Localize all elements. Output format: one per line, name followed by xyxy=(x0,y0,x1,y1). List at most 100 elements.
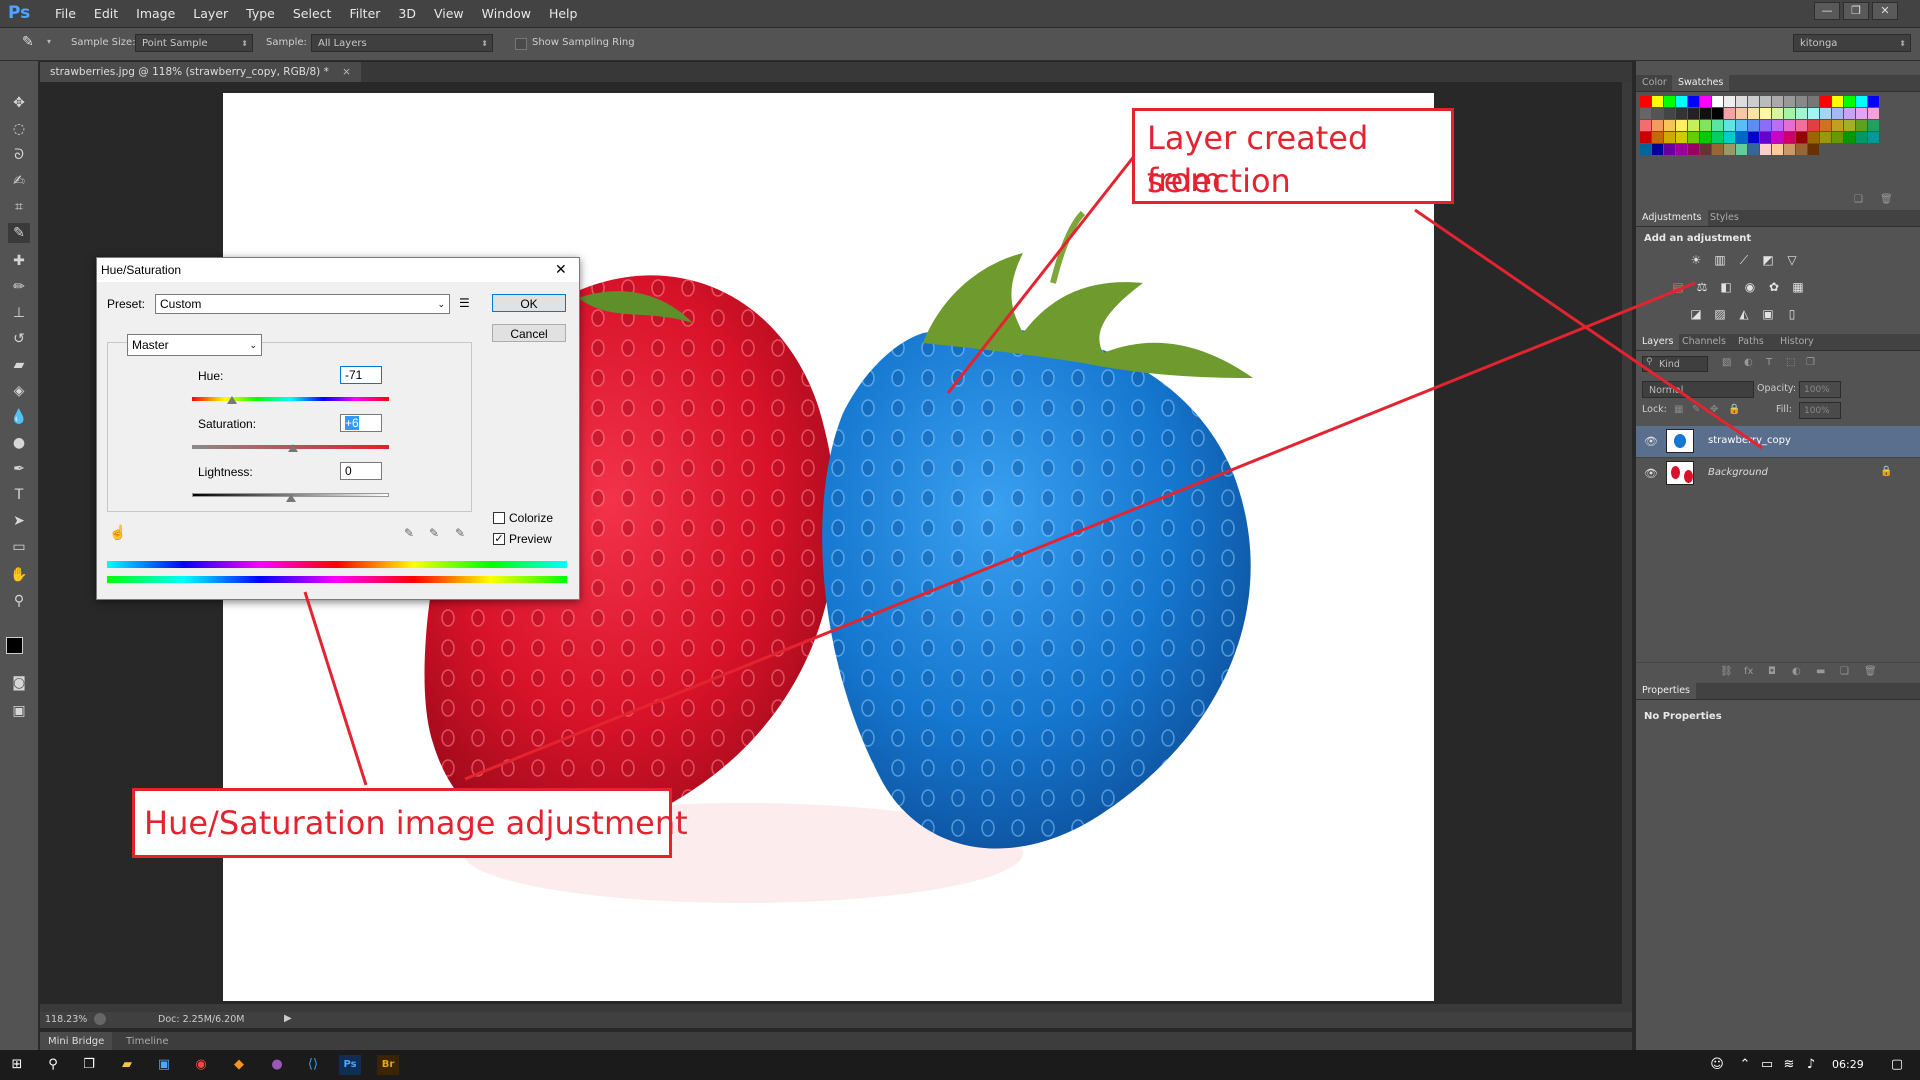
menu-select[interactable]: Select xyxy=(284,0,341,27)
hand-tool-icon[interactable]: ✋ xyxy=(8,565,30,585)
battery-icon[interactable]: ▭ xyxy=(1756,1055,1778,1075)
hue-slider-thumb[interactable] xyxy=(227,396,237,404)
color-swatch[interactable] xyxy=(1736,132,1747,143)
history-brush-tool-icon[interactable]: ↺ xyxy=(8,329,30,349)
layer-mask-icon[interactable]: ◘ xyxy=(1768,666,1776,677)
filter-shape-icon[interactable]: ⬚ xyxy=(1786,357,1795,368)
color-swatch[interactable] xyxy=(1856,96,1867,107)
quick-mask-icon[interactable]: ◙ xyxy=(8,673,30,693)
color-swatch[interactable] xyxy=(1640,96,1651,107)
vertical-scrollbar[interactable] xyxy=(1622,82,1632,1004)
color-swatch[interactable] xyxy=(1724,132,1735,143)
color-swatch[interactable] xyxy=(1796,120,1807,131)
fill-input[interactable]: 100% xyxy=(1799,402,1841,419)
color-swatch[interactable] xyxy=(1748,120,1759,131)
menu-layer[interactable]: Layer xyxy=(184,0,237,27)
brightness-icon[interactable]: ☀ xyxy=(1688,252,1704,268)
color-swatch[interactable] xyxy=(1832,96,1843,107)
visibility-eye-icon[interactable]: 👁 xyxy=(1644,435,1658,448)
restore-button[interactable]: ❐ xyxy=(1843,2,1869,20)
eraser-tool-icon[interactable]: ▰ xyxy=(8,355,30,375)
search-icon[interactable]: ⚲ xyxy=(42,1055,64,1075)
git-icon[interactable]: ◆ xyxy=(228,1055,250,1075)
type-tool-icon[interactable]: T xyxy=(8,485,30,505)
color-swatch[interactable] xyxy=(1712,132,1723,143)
color-swatch[interactable] xyxy=(1712,144,1723,155)
screen-mode-icon[interactable]: ▣ xyxy=(8,701,30,721)
lock-all-icon[interactable]: 🔒 xyxy=(1728,404,1740,415)
color-swatch[interactable] xyxy=(1676,144,1687,155)
menu-image[interactable]: Image xyxy=(127,0,184,27)
color-swatch[interactable] xyxy=(1868,120,1879,131)
workspace-select[interactable]: kitonga ⬍ xyxy=(1793,34,1911,52)
layer-style-icon[interactable]: fx xyxy=(1744,666,1753,677)
color-swatch[interactable] xyxy=(1700,120,1711,131)
color-swatch[interactable] xyxy=(1712,96,1723,107)
color-swatch[interactable] xyxy=(1772,108,1783,119)
status-menu-arrow-icon[interactable]: ▶ xyxy=(284,1013,292,1024)
volume-icon[interactable]: ♪ xyxy=(1800,1055,1822,1075)
link-layers-icon[interactable]: ⛓ xyxy=(1720,666,1733,677)
task-view-icon[interactable]: ❐ xyxy=(78,1055,100,1075)
document-tab[interactable]: strawberries.jpg @ 118% (strawberry_copy… xyxy=(40,62,361,82)
sample-select[interactable]: All Layers ⬍ xyxy=(311,34,493,52)
minimize-button[interactable]: — xyxy=(1814,2,1840,20)
color-swatch[interactable] xyxy=(1748,132,1759,143)
chrome-icon[interactable]: ◉ xyxy=(190,1055,212,1075)
cancel-button[interactable]: Cancel xyxy=(492,324,566,342)
marquee-tool-icon[interactable]: ◌ xyxy=(8,119,30,139)
color-swatch[interactable] xyxy=(1736,120,1747,131)
color-swatch[interactable] xyxy=(1844,132,1855,143)
color-swatch[interactable] xyxy=(1664,144,1675,155)
preset-select[interactable]: Custom ⌄ xyxy=(155,294,450,314)
color-lookup-icon[interactable]: ▦ xyxy=(1790,279,1806,295)
wifi-icon[interactable]: ≋ xyxy=(1778,1055,1800,1075)
color-swatch[interactable] xyxy=(1700,96,1711,107)
dialog-close-icon[interactable]: ✕ xyxy=(555,261,567,278)
color-swatch[interactable] xyxy=(1712,120,1723,131)
channel-select[interactable]: Master ⌄ xyxy=(127,334,262,356)
colorize-checkbox[interactable] xyxy=(493,512,505,524)
delete-layer-icon[interactable]: 🗑 xyxy=(1864,666,1877,677)
color-swatch[interactable] xyxy=(1844,96,1855,107)
color-swatch[interactable] xyxy=(1868,132,1879,143)
color-swatch[interactable] xyxy=(1796,144,1807,155)
color-swatch[interactable] xyxy=(1724,120,1735,131)
new-adjustment-layer-icon[interactable]: ◐ xyxy=(1792,666,1801,677)
tray-chevron-icon[interactable]: ⌃ xyxy=(1734,1055,1756,1075)
color-swatch[interactable] xyxy=(1664,108,1675,119)
lightness-slider-thumb[interactable] xyxy=(286,494,296,502)
color-swatch[interactable] xyxy=(1796,96,1807,107)
eyedropper-subtract-icon[interactable]: ✎ xyxy=(455,526,465,540)
color-swatch[interactable] xyxy=(1820,132,1831,143)
store-icon[interactable]: ▣ xyxy=(153,1055,175,1075)
eyedropper-icon[interactable]: ✎ xyxy=(404,526,414,540)
color-swatch[interactable] xyxy=(1760,96,1771,107)
sampling-ring-checkbox[interactable] xyxy=(515,38,527,50)
healing-brush-tool-icon[interactable]: ✚ xyxy=(8,251,30,271)
color-swatch[interactable] xyxy=(1772,96,1783,107)
move-tool-icon[interactable]: ✥ xyxy=(8,93,30,113)
bridge-taskbar-icon[interactable]: Br xyxy=(377,1055,399,1075)
targeted-adjustment-hand-icon[interactable]: ☝ xyxy=(109,524,126,541)
zoom-level[interactable]: 118.23% xyxy=(45,1014,87,1025)
horizontal-scrollbar[interactable] xyxy=(40,1004,1632,1012)
crop-tool-icon[interactable]: ⌗ xyxy=(8,197,30,217)
color-swatch[interactable] xyxy=(1736,108,1747,119)
color-swatch[interactable] xyxy=(1796,108,1807,119)
color-swatch[interactable] xyxy=(1640,108,1651,119)
photoshop-taskbar-icon[interactable]: Ps xyxy=(339,1055,361,1075)
new-layer-icon[interactable]: ❏ xyxy=(1840,666,1849,677)
photo-filter-icon[interactable]: ◉ xyxy=(1742,279,1758,295)
color-swatch[interactable] xyxy=(1844,108,1855,119)
people-icon[interactable]: ☺ xyxy=(1706,1055,1728,1075)
color-swatch[interactable] xyxy=(1652,96,1663,107)
posterize-icon[interactable]: ▨ xyxy=(1712,306,1728,322)
color-swatch[interactable] xyxy=(1736,96,1747,107)
color-swatch[interactable] xyxy=(1724,144,1735,155)
color-swatch[interactable] xyxy=(1748,108,1759,119)
brush-tool-icon[interactable]: ✏ xyxy=(8,277,30,297)
color-swatch[interactable] xyxy=(1640,120,1651,131)
hue-slider-track[interactable] xyxy=(192,397,389,401)
color-swatch[interactable] xyxy=(1856,108,1867,119)
